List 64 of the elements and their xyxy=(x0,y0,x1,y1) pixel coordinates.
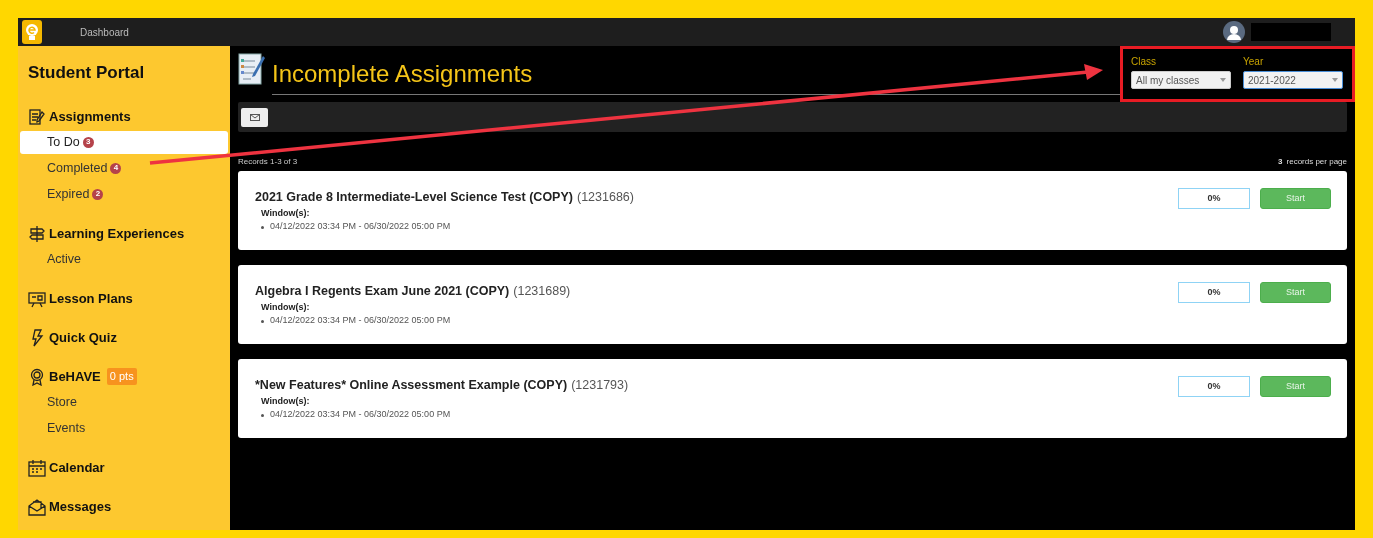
sidebar-item[interactable]: Store xyxy=(20,390,228,414)
window-dates: 04/12/2022 03:34 PM - 06/30/2022 05:00 PM xyxy=(270,314,451,328)
signpost-icon xyxy=(28,224,46,243)
bullet-icon xyxy=(261,225,264,229)
dropdown-caret-icon xyxy=(1332,78,1338,82)
assignment-title[interactable]: Algebra I Regents Exam June 2021 (COPY) xyxy=(255,282,510,301)
presentation-board-icon xyxy=(28,289,46,308)
page-size[interactable]: 3 xyxy=(1278,156,1283,168)
sidebar-section[interactable]: Assignments xyxy=(49,106,131,127)
item-label: Expired xyxy=(47,185,90,203)
assignment-title[interactable]: 2021 Grade 8 Intermediate-Level Science Test (COPY) xyxy=(255,188,573,207)
envelope-icon xyxy=(249,113,260,121)
sidebar-item[interactable]: Completed 4 xyxy=(20,156,228,180)
count-badge: 3 xyxy=(82,136,94,148)
sidebar-section[interactable]: BeHAVE xyxy=(49,366,101,387)
sidebar-section[interactable]: Learning Experiences xyxy=(49,223,185,244)
records-summary: Records 1-3 of 3 xyxy=(238,156,298,168)
page-size-label: records per page xyxy=(1286,156,1347,168)
item-label: Completed xyxy=(47,159,108,177)
window-dates: 04/12/2022 03:34 PM - 06/30/2022 05:00 PM xyxy=(270,220,451,234)
progress-box: 0% xyxy=(1178,188,1250,209)
assignment-id: (1231686) xyxy=(576,189,634,206)
progress-box: 0% xyxy=(1178,282,1250,303)
window-label: Window(s): xyxy=(261,300,311,314)
window-label: Window(s): xyxy=(261,394,311,408)
calendar-icon xyxy=(28,458,46,477)
filter-label: Year xyxy=(1243,55,1265,69)
medal-icon xyxy=(28,367,46,386)
notepad-icon xyxy=(28,107,46,126)
progress-box: 0% xyxy=(1178,376,1250,397)
sidebar-section[interactable]: Quick Quiz xyxy=(49,327,117,348)
filter-select[interactable]: All my classes xyxy=(1131,71,1231,89)
filter-select[interactable]: 2021-2022 xyxy=(1243,71,1343,89)
sidebar-section[interactable]: Lesson Plans xyxy=(49,288,133,309)
bullet-icon xyxy=(261,319,264,323)
portal-title: Student Portal xyxy=(27,62,146,84)
logo-icon[interactable] xyxy=(22,20,42,44)
item-label: To Do xyxy=(47,133,80,151)
filter-label: Class xyxy=(1131,55,1157,69)
count-badge: 2 xyxy=(92,188,104,200)
item-label: Active xyxy=(47,250,82,268)
window-label: Window(s): xyxy=(261,206,311,220)
notepad-pencil-icon xyxy=(238,52,266,86)
envelope-icon xyxy=(28,497,46,516)
sidebar-item[interactable]: To Do 3 xyxy=(20,130,228,154)
dashboard-link[interactable]: Dashboard xyxy=(80,24,129,40)
count-badge: 4 xyxy=(110,162,122,174)
sidebar-section[interactable]: Messages xyxy=(49,496,112,517)
assignment-id: (1231689) xyxy=(513,283,571,300)
points-badge: 0 pts xyxy=(106,368,137,385)
assignment-id: (1231793) xyxy=(571,377,629,394)
sidebar-item[interactable]: Expired 2 xyxy=(20,182,228,206)
bullet-icon xyxy=(261,413,264,417)
page-title: Incomplete Assignments xyxy=(272,60,533,87)
item-label: Store xyxy=(47,393,77,411)
assignment-title[interactable]: *New Features* Online Assessment Example (COPY) xyxy=(255,376,568,395)
sidebar-section[interactable]: Calendar xyxy=(49,457,105,478)
sidebar-item[interactable]: Active xyxy=(20,247,228,271)
avatar-icon[interactable] xyxy=(1223,21,1245,43)
window-dates: 04/12/2022 03:34 PM - 06/30/2022 05:00 PM xyxy=(270,408,451,422)
sidebar-item[interactable]: Events xyxy=(20,416,228,440)
item-label: Events xyxy=(47,419,86,437)
email-button[interactable] xyxy=(241,107,268,127)
dropdown-caret-icon xyxy=(1220,78,1226,82)
